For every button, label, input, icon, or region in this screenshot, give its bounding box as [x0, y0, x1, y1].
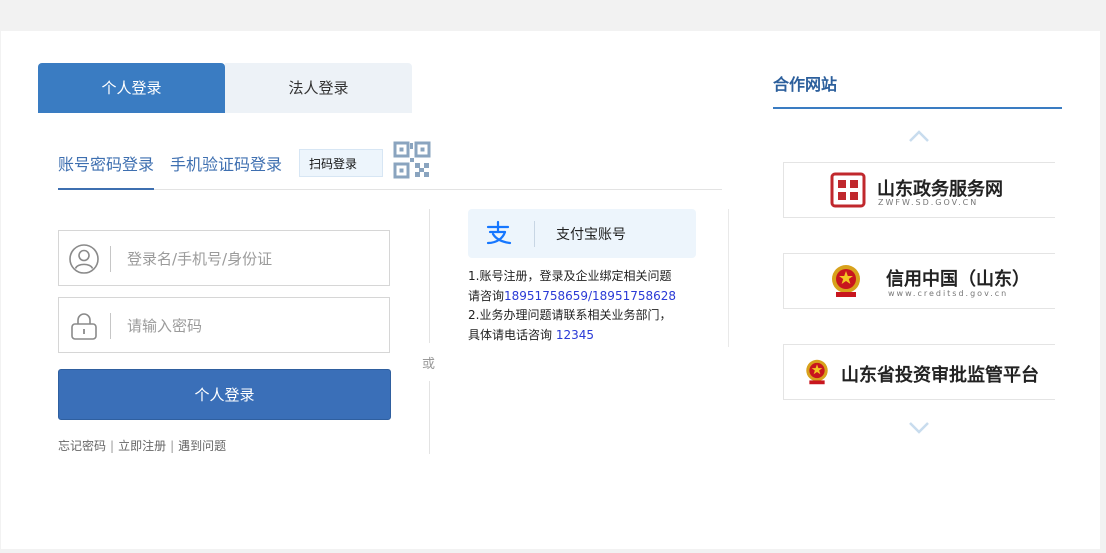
password-input[interactable] [125, 308, 379, 344]
gov-service-seal-icon [830, 172, 866, 208]
alipay-icon [486, 220, 512, 245]
password-field [58, 297, 390, 353]
hotline-number: 12345 [555, 327, 595, 342]
help-notes: 1.账号注册，登录及企业绑定相关问题 请咨询18951758659/189517… [468, 267, 718, 345]
lock-icon [71, 313, 97, 340]
site-name: 信用中国（山东） [886, 269, 1030, 290]
link-separator: | [170, 439, 175, 453]
tab-legal-person-login[interactable]: 法人登录 [225, 63, 412, 113]
helper-links: 忘记密码 | 立即注册 | 遇到问题 [58, 437, 226, 454]
scan-login-button[interactable]: 扫码登录 [299, 149, 383, 177]
tab-account-password[interactable]: 账号密码登录 [58, 151, 155, 190]
alipay-divider [534, 221, 535, 247]
username-field [58, 230, 390, 286]
login-type-tabs: 个人登录 法人登录 [38, 63, 412, 113]
alipay-label: 支付宝账号 [556, 227, 626, 243]
note-line: 具体请电话咨询 12345 [468, 326, 718, 346]
site-name: 山东省投资审批监管平台 [841, 365, 1039, 386]
problem-link[interactable]: 遇到问题 [178, 439, 226, 453]
user-icon [69, 244, 99, 274]
partner-sites-title: 合作网站 [773, 71, 1062, 109]
support-phone-numbers: 18951758659/18951758628 [504, 288, 677, 303]
forgot-password-link[interactable]: 忘记密码 [58, 439, 106, 453]
note-text: 具体请电话咨询 [468, 327, 556, 342]
personal-login-button[interactable]: 个人登录 [58, 369, 391, 420]
note-text: 请咨询 [468, 288, 505, 303]
alipay-login-button[interactable]: 支付宝账号 [468, 209, 696, 258]
vertical-divider [429, 209, 430, 343]
note-line: 请咨询18951758659/18951758628 [468, 287, 718, 307]
login-method-tabs: 账号密码登录 手机验证码登录 扫码登录 [58, 141, 722, 190]
note-line: 1.账号注册，登录及企业绑定相关问题 [468, 269, 672, 283]
login-card: 个人登录 法人登录 账号密码登录 手机验证码登录 扫码登录 登录名/手机号/身份… [1, 31, 1100, 549]
partner-site-shandong-gov-service[interactable]: 山东政务服务网 ZWFW.SD.GOV.CN [783, 162, 1055, 218]
tab-personal-login[interactable]: 个人登录 [38, 63, 225, 113]
tab-sms-code[interactable]: 手机验证码登录 [170, 151, 282, 175]
partner-site-credit-china-shandong[interactable]: 信用中国（山东） www.creditsd.gov.cn [783, 253, 1055, 309]
national-emblem-icon [832, 265, 860, 297]
register-link[interactable]: 立即注册 [118, 439, 166, 453]
field-divider [110, 246, 111, 272]
qr-code-icon[interactable] [393, 141, 431, 179]
chevron-down-icon[interactable] [907, 421, 931, 435]
partner-site-investment-approval-platform[interactable]: 山东省投资审批监管平台 [783, 344, 1055, 400]
chevron-up-icon[interactable] [907, 129, 931, 143]
username-input[interactable] [125, 241, 379, 277]
site-url: ZWFW.SD.GOV.CN [878, 198, 979, 207]
vertical-divider [728, 209, 729, 347]
site-url: www.creditsd.gov.cn [888, 289, 1009, 298]
or-label: 或 [422, 357, 436, 372]
note-line: 2.业务办理问题请联系相关业务部门， [468, 308, 672, 322]
national-emblem-icon [806, 359, 828, 385]
link-separator: | [110, 439, 115, 453]
field-divider [110, 313, 111, 339]
vertical-divider [429, 381, 430, 454]
